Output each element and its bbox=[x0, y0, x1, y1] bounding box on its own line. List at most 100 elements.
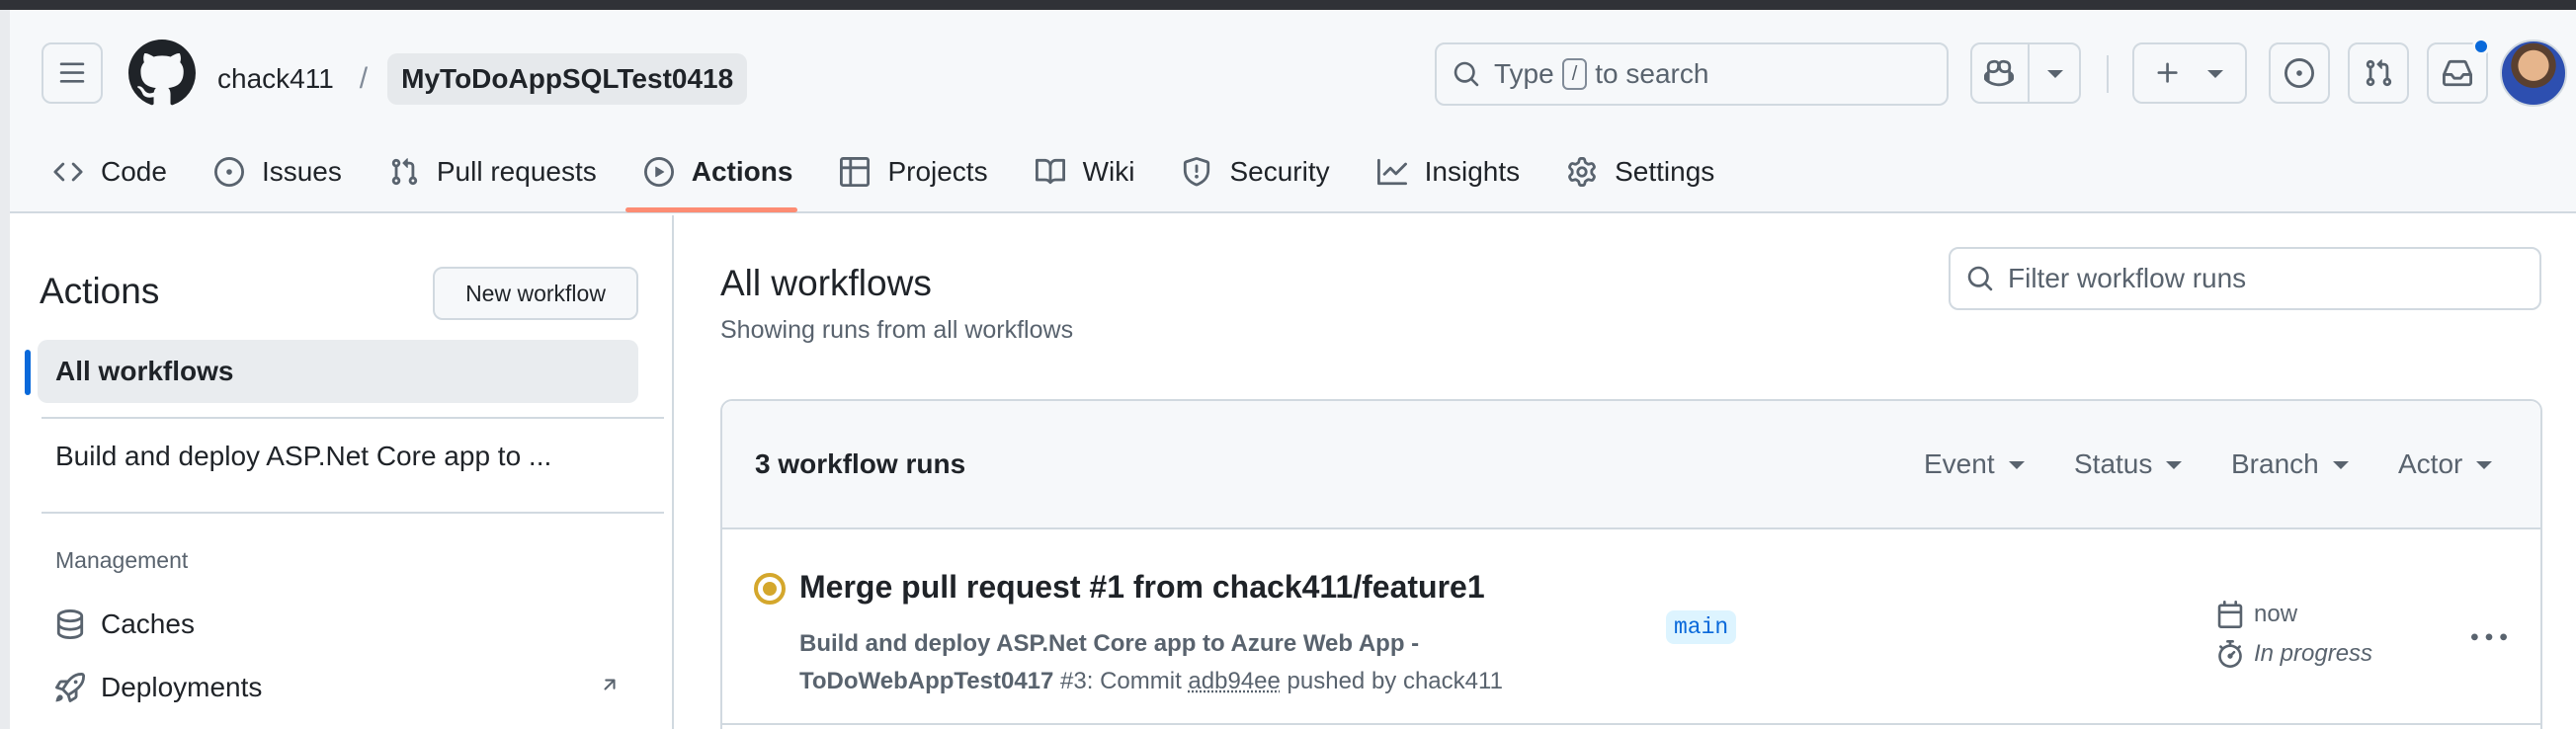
divider bbox=[42, 417, 664, 419]
create-new-button[interactable] bbox=[2132, 42, 2247, 104]
sidebar-item-label: Caches bbox=[101, 608, 195, 639]
tab-security[interactable]: Security bbox=[1182, 156, 1330, 188]
graph-icon bbox=[1376, 158, 1407, 186]
tab-actions[interactable]: Actions bbox=[643, 156, 792, 188]
commit-sha-link[interactable]: adb94ee bbox=[1188, 668, 1280, 694]
book-icon bbox=[1035, 158, 1065, 185]
chevron-down-icon bbox=[2476, 461, 2493, 469]
chevron-down-icon bbox=[2047, 70, 2063, 78]
repo-name-link[interactable]: MyToDoAppSQLTest0418 bbox=[387, 53, 748, 105]
header-divider bbox=[2107, 55, 2109, 93]
sidebar-item-all-workflows[interactable]: All workflows bbox=[38, 340, 638, 403]
dropdown-label: Actor bbox=[2398, 448, 2463, 479]
copilot-divider bbox=[2028, 44, 2030, 102]
sidebar-item-label: Deployments bbox=[101, 672, 263, 702]
selected-tab-underline bbox=[625, 207, 797, 212]
search-prefix: Type bbox=[1494, 58, 1554, 89]
tab-code[interactable]: Code bbox=[53, 156, 167, 188]
your-pull-requests-button[interactable] bbox=[2348, 42, 2409, 104]
management-heading: Management bbox=[55, 547, 189, 573]
tab-label: Issues bbox=[261, 156, 342, 187]
run-workflow-name: Build and deploy ASP.Net Core app to Azu… bbox=[799, 630, 1420, 657]
tab-label: Projects bbox=[887, 156, 988, 187]
selected-indicator bbox=[25, 350, 31, 395]
tab-label: Wiki bbox=[1082, 156, 1135, 187]
branch-badge[interactable]: main bbox=[1666, 610, 1737, 644]
run-time-label: now bbox=[2254, 601, 2298, 627]
repo-owner-link[interactable]: chack411 bbox=[217, 63, 334, 95]
breadcrumb: chack411 / MyToDoAppSQLTest0418 bbox=[217, 53, 748, 105]
repo-nav: Code Issues Pull requests Actions Projec… bbox=[53, 150, 1762, 194]
hamburger-button[interactable] bbox=[42, 42, 103, 104]
run-number: #3: Commit bbox=[1060, 668, 1182, 694]
search-input[interactable]: Type / to search bbox=[1435, 42, 1949, 106]
chevron-down-icon bbox=[2166, 461, 2183, 469]
chevron-down-icon bbox=[2207, 70, 2223, 78]
tab-settings[interactable]: Settings bbox=[1567, 156, 1714, 188]
table-row[interactable]: Merge pull request #1 from chack411/feat… bbox=[722, 531, 2540, 725]
calendar-icon bbox=[2217, 601, 2243, 628]
window-top-strip bbox=[0, 0, 2576, 10]
actions-sidebar: Actions New workflow All workflows Build… bbox=[10, 215, 672, 729]
tab-wiki[interactable]: Wiki bbox=[1035, 156, 1135, 188]
tab-pull-requests[interactable]: Pull requests bbox=[389, 156, 597, 188]
browser-page: chack411 / MyToDoAppSQLTest0418 Type / t… bbox=[10, 10, 2576, 729]
dropdown-label: Status bbox=[2074, 448, 2153, 479]
page-subtitle: Showing runs from all workflows bbox=[720, 316, 1074, 344]
run-details: ToDoWebAppTest0417 #3: Commit adb94ee pu… bbox=[799, 668, 1503, 695]
tab-label: Pull requests bbox=[436, 156, 597, 187]
gear-icon bbox=[1568, 157, 1597, 187]
run-time: now bbox=[2216, 601, 2297, 628]
breadcrumb-separator: / bbox=[359, 62, 369, 95]
runs-count: 3 workflow runs bbox=[755, 448, 966, 479]
rocket-icon bbox=[55, 673, 85, 702]
search-icon bbox=[1454, 61, 1479, 87]
play-icon bbox=[643, 157, 674, 187]
event-filter-dropdown[interactable]: Event bbox=[1924, 448, 2025, 480]
actor-filter-dropdown[interactable]: Actor bbox=[2398, 448, 2493, 480]
page-title: All workflows bbox=[720, 263, 932, 303]
shield-icon bbox=[1184, 157, 1210, 187]
status-filter-dropdown[interactable]: Status bbox=[2074, 448, 2183, 480]
run-title-link[interactable]: Merge pull request #1 from chack411/feat… bbox=[799, 569, 1485, 606]
dropdown-label: Branch bbox=[2231, 448, 2319, 479]
tab-label: Settings bbox=[1615, 156, 1715, 187]
issue-icon bbox=[2285, 58, 2314, 88]
chevron-down-icon bbox=[2008, 461, 2025, 469]
copilot-button[interactable] bbox=[1970, 42, 2081, 104]
dropdown-label: Event bbox=[1924, 448, 1995, 479]
run-duration: In progress bbox=[2216, 640, 2372, 668]
tab-label: Code bbox=[101, 156, 167, 187]
sidebar-item-workflow[interactable]: Build and deploy ASP.Net Core app to ... bbox=[55, 441, 551, 472]
filter-workflow-runs-input[interactable]: Filter workflow runs bbox=[1949, 247, 2541, 310]
chevron-down-icon bbox=[2332, 461, 2349, 469]
search-shortcut-key: / bbox=[1561, 58, 1588, 90]
sidebar-item-caches[interactable]: Caches bbox=[55, 608, 195, 640]
workflow-runs-list: 3 workflow runs Event Status Branch Acto… bbox=[720, 399, 2542, 729]
tab-label: Security bbox=[1229, 156, 1330, 187]
filter-placeholder: Filter workflow runs bbox=[2008, 263, 2247, 293]
github-logo-icon[interactable] bbox=[128, 40, 196, 107]
inbox-icon bbox=[2443, 59, 2472, 87]
kebab-horizontal-icon[interactable] bbox=[2471, 620, 2507, 656]
global-header: chack411 / MyToDoAppSQLTest0418 Type / t… bbox=[10, 10, 2576, 213]
notification-indicator bbox=[2472, 38, 2490, 55]
your-issues-button[interactable] bbox=[2269, 42, 2330, 104]
branch-filter-dropdown[interactable]: Branch bbox=[2231, 448, 2349, 480]
avatar[interactable] bbox=[2500, 40, 2567, 107]
new-workflow-button[interactable]: New workflow bbox=[433, 267, 638, 320]
code-icon bbox=[53, 162, 83, 182]
arrow-up-right-icon bbox=[604, 679, 616, 690]
sidebar-border bbox=[672, 215, 674, 729]
in-progress-status-icon bbox=[754, 573, 786, 605]
tab-insights[interactable]: Insights bbox=[1376, 156, 1520, 188]
pull-request-icon bbox=[2366, 59, 2392, 87]
search-icon bbox=[1967, 266, 1993, 291]
sidebar-item-deployments[interactable]: Deployments bbox=[55, 672, 262, 703]
tab-projects[interactable]: Projects bbox=[840, 156, 988, 188]
run-pushed-by: pushed by chack411 bbox=[1287, 668, 1503, 694]
search-suffix: to search bbox=[1595, 58, 1709, 89]
table-icon bbox=[840, 157, 871, 187]
issue-icon bbox=[213, 157, 244, 187]
tab-issues[interactable]: Issues bbox=[213, 156, 342, 188]
